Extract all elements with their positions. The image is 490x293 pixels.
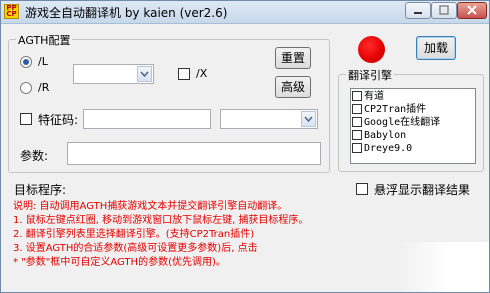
engine-item[interactable]: 有道 <box>351 90 475 103</box>
instruction-line: 说明: 自动调用AGTH捕获游戏文本并提交翻译引擎自动翻译。 <box>13 201 288 212</box>
instruction-line: * "参数"框中可自定义AGTH的参数(优先调用)。 <box>13 257 226 268</box>
reset-button[interactable]: 重置 <box>275 47 311 69</box>
param-input[interactable] <box>67 142 321 165</box>
engine-item[interactable]: Google在线翻译 <box>351 116 475 129</box>
agth-mode-combo[interactable] <box>73 64 154 84</box>
app-window: PP CP 游戏全自动翻译机 by kaien (ver2.6) AGTH配置 /… <box>0 0 490 293</box>
check-code-combo[interactable] <box>220 109 318 129</box>
load-button[interactable]: 加载 <box>416 36 456 60</box>
engine-item-checkbox[interactable] <box>352 117 362 127</box>
check-code-label: 特征码: <box>38 113 79 127</box>
engine-item-checkbox[interactable] <box>352 143 362 153</box>
engine-item[interactable]: Dreye9.0 <box>351 142 475 155</box>
engine-item-checkbox[interactable] <box>352 130 362 140</box>
instruction-line: 1. 鼠标左键点红圈, 移动到游戏窗口放下鼠标左键, 捕获目标程序。 <box>13 215 309 226</box>
radio-r[interactable] <box>20 82 32 94</box>
window-title: 游戏全自动翻译机 by kaien (ver2.6) <box>25 6 228 20</box>
engine-group-label: 翻译引擎 <box>346 67 394 83</box>
maximize-icon <box>439 5 449 15</box>
instructions-text: 说明: 自动调用AGTH捕获游戏文本并提交翻译引擎自动翻译。 1. 鼠标左键点红… <box>13 200 331 270</box>
title-bar[interactable]: PP CP 游戏全自动翻译机 by kaien (ver2.6) <box>1 1 489 24</box>
radio-l[interactable] <box>20 56 32 68</box>
minimize-button[interactable] <box>405 2 431 19</box>
close-icon <box>467 5 477 15</box>
engine-list[interactable]: 有道 CP2Tran插件 Google在线翻译 Babylon Dreye9.0 <box>350 88 476 164</box>
close-button[interactable] <box>457 2 487 19</box>
capture-target-indicator[interactable] <box>358 36 385 63</box>
instruction-line: 3. 设置AGTH的合适参数(高级可设置更多参数)后, 点击 <box>13 243 258 254</box>
float-display-checkbox[interactable] <box>356 183 368 195</box>
chevron-down-icon <box>301 111 316 127</box>
corner-fade-overlay <box>399 242 489 292</box>
target-program-label: 目标程序: <box>14 183 67 197</box>
engine-item-checkbox[interactable] <box>352 91 362 101</box>
check-code-checkbox[interactable] <box>20 113 32 125</box>
instruction-line: 2. 翻译引擎列表里选择翻译引擎。(支持CP2Tran插件) <box>13 229 255 240</box>
engine-item[interactable]: CP2Tran插件 <box>351 103 475 116</box>
maximize-button[interactable] <box>431 2 457 19</box>
agth-config-label: AGTH配置 <box>16 32 73 48</box>
app-icon: PP CP <box>4 4 19 19</box>
float-display-label: 悬浮显示翻译结果 <box>374 183 471 197</box>
check-x[interactable] <box>178 68 190 80</box>
check-x-label: /X <box>196 67 208 80</box>
check-code-input[interactable] <box>83 109 211 129</box>
chevron-down-icon <box>137 66 152 82</box>
radio-l-label: /L <box>38 55 48 68</box>
param-label: 参数: <box>20 149 49 163</box>
engine-item[interactable]: Babylon <box>351 129 475 142</box>
engine-item-checkbox[interactable] <box>352 104 362 114</box>
radio-r-label: /R <box>38 81 50 94</box>
minimize-icon <box>414 12 422 14</box>
advanced-button[interactable]: 高级 <box>275 76 311 98</box>
